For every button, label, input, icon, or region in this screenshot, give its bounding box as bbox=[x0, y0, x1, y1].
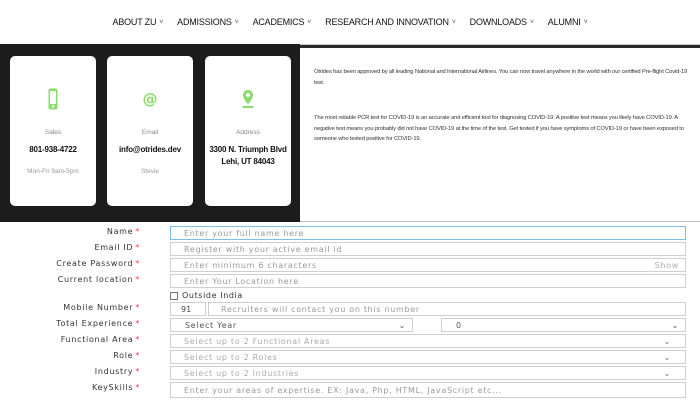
experience-label: Total Experience * bbox=[56, 319, 140, 328]
mobile-label: Mobile Number * bbox=[63, 303, 140, 312]
keyskills-input[interactable]: Enter your areas of expertise. EX: Java,… bbox=[170, 382, 686, 398]
email-label: Email bbox=[141, 129, 159, 136]
name-label: Name * bbox=[106, 227, 140, 236]
nav-about[interactable]: ABOUT ZU ˅ bbox=[113, 17, 164, 27]
show-password-toggle[interactable]: Show bbox=[655, 261, 679, 270]
info-paragraph-1: Otrides has been approved by all leading… bbox=[314, 69, 688, 86]
top-navigation: ABOUT ZU ˅ ADMISSIONS ˅ ACADEMICS ˅ RESEARC… bbox=[0, 0, 700, 44]
nav-research[interactable]: RESEARCH AND INNOVATION ˅ bbox=[325, 17, 456, 27]
email-id-label: Email ID * bbox=[94, 243, 140, 252]
location-label: Current location * bbox=[57, 275, 140, 284]
password-placeholder: Enter minimum 6 characters bbox=[184, 260, 317, 270]
chevron-down-icon: ˅ bbox=[529, 18, 534, 26]
location-placeholder: Enter Your Location here bbox=[184, 276, 299, 286]
password-label: Create Password * bbox=[56, 259, 140, 268]
email-card: @ Email info@otrides.dev Stevie bbox=[107, 56, 193, 206]
divider bbox=[300, 45, 700, 48]
mobile-input[interactable]: Recruiters will contact you on this numb… bbox=[208, 302, 686, 316]
chevron-down-icon: ⌄ bbox=[663, 336, 671, 346]
info-paragraph-2: The most reliable PCR test for COVID-19 … bbox=[314, 115, 684, 143]
address-line2: Lehi, UT 84043 bbox=[221, 157, 275, 167]
functional-area-placeholder: Select up to 2 Functional Areas bbox=[184, 336, 331, 346]
role-placeholder: Select up to 2 Roles bbox=[184, 352, 278, 362]
outside-india-checkbox[interactable] bbox=[170, 291, 178, 300]
outside-india-option[interactable]: Outside India bbox=[170, 291, 243, 300]
chevron-down-icon: ˅ bbox=[307, 18, 312, 26]
address-value: 3300 N. Triumph Blvd Lehi, UT 84043 bbox=[209, 144, 287, 169]
chevron-down-icon: ˅ bbox=[159, 18, 164, 26]
email-value[interactable]: info@otrides.dev bbox=[119, 144, 181, 156]
country-code: 91 bbox=[181, 304, 192, 314]
sales-label: Sales bbox=[44, 129, 62, 136]
year-value: Select Year bbox=[185, 320, 237, 330]
contact-panel: Sales 801-938-4722 Mon-Fri 9am-5pm @ Ema… bbox=[0, 44, 300, 222]
month-value: 0 bbox=[456, 320, 462, 330]
experience-year-select[interactable]: Select Year ⌄ bbox=[170, 318, 413, 332]
name-input[interactable]: Enter your full name here bbox=[170, 226, 686, 240]
sales-hours: Mon-Fri 9am-5pm bbox=[27, 168, 79, 176]
info-panel: Otrides has been approved by all leading… bbox=[300, 44, 700, 222]
industry-select[interactable]: Select up to 2 Industries ⌄ bbox=[170, 366, 686, 380]
nav-label: ABOUT ZU bbox=[112, 17, 157, 27]
chevron-down-icon: ⌄ bbox=[398, 320, 406, 330]
mobile-placeholder: Recruiters will contact you on this numb… bbox=[221, 304, 420, 314]
email-sub: Stevie bbox=[140, 168, 160, 176]
nav-label: ALUMNI bbox=[547, 17, 581, 27]
functional-area-select[interactable]: Select up to 2 Functional Areas ⌄ bbox=[170, 334, 686, 348]
role-label: Role * bbox=[113, 351, 140, 360]
nav-label: RESEARCH AND INNOVATION bbox=[325, 17, 449, 27]
phone-icon bbox=[46, 87, 60, 111]
nav-alumni[interactable]: ALUMNI ˅ bbox=[548, 17, 588, 27]
country-code-input[interactable]: 91 bbox=[170, 302, 206, 316]
nav-label: ADMISSIONS bbox=[177, 17, 232, 27]
nav-downloads[interactable]: DOWNLOADS ˅ bbox=[470, 17, 534, 27]
industry-label: Industry * bbox=[94, 367, 140, 376]
location-pin-icon bbox=[241, 87, 255, 111]
nav-label: DOWNLOADS bbox=[469, 17, 527, 27]
email-placeholder: Register with your active email id bbox=[184, 244, 343, 254]
at-sign-icon: @ bbox=[143, 87, 157, 111]
address-line1: 3300 N. Triumph Blvd bbox=[209, 145, 287, 154]
chevron-down-icon: ⌄ bbox=[671, 320, 679, 330]
chevron-down-icon: ˅ bbox=[234, 18, 239, 26]
experience-month-select[interactable]: 0 ⌄ bbox=[441, 318, 686, 332]
address-card: Address 3300 N. Triumph Blvd Lehi, UT 84… bbox=[205, 56, 291, 206]
role-select[interactable]: Select up to 2 Roles ⌄ bbox=[170, 350, 686, 364]
functional-area-label: Functional Area * bbox=[60, 335, 140, 344]
nav-academics[interactable]: ACADEMICS ˅ bbox=[253, 17, 312, 27]
chevron-down-icon: ˅ bbox=[451, 18, 456, 26]
svg-text:@: @ bbox=[143, 90, 157, 108]
outside-india-label: Outside India bbox=[182, 291, 243, 300]
email-input[interactable]: Register with your active email id bbox=[170, 242, 686, 256]
nav-label: ACADEMICS bbox=[252, 17, 305, 27]
chevron-down-icon: ˅ bbox=[583, 18, 588, 26]
sales-phone: 801-938-4722 bbox=[29, 145, 77, 154]
chevron-down-icon: ⌄ bbox=[663, 352, 671, 362]
chevron-down-icon: ⌄ bbox=[663, 368, 671, 378]
industry-placeholder: Select up to 2 Industries bbox=[184, 368, 300, 378]
divider bbox=[300, 221, 700, 222]
keyskills-label: KeySkills * bbox=[91, 383, 140, 392]
password-input[interactable]: Enter minimum 6 characters Show bbox=[170, 258, 686, 272]
nav-admissions[interactable]: ADMISSIONS ˅ bbox=[177, 17, 239, 27]
location-input[interactable]: Enter Your Location here bbox=[170, 274, 686, 288]
name-placeholder: Enter your full name here bbox=[184, 228, 305, 238]
keyskills-placeholder: Enter your areas of expertise. EX: Java,… bbox=[184, 385, 502, 395]
address-label: Address bbox=[236, 129, 260, 136]
sales-card: Sales 801-938-4722 Mon-Fri 9am-5pm bbox=[10, 56, 96, 206]
